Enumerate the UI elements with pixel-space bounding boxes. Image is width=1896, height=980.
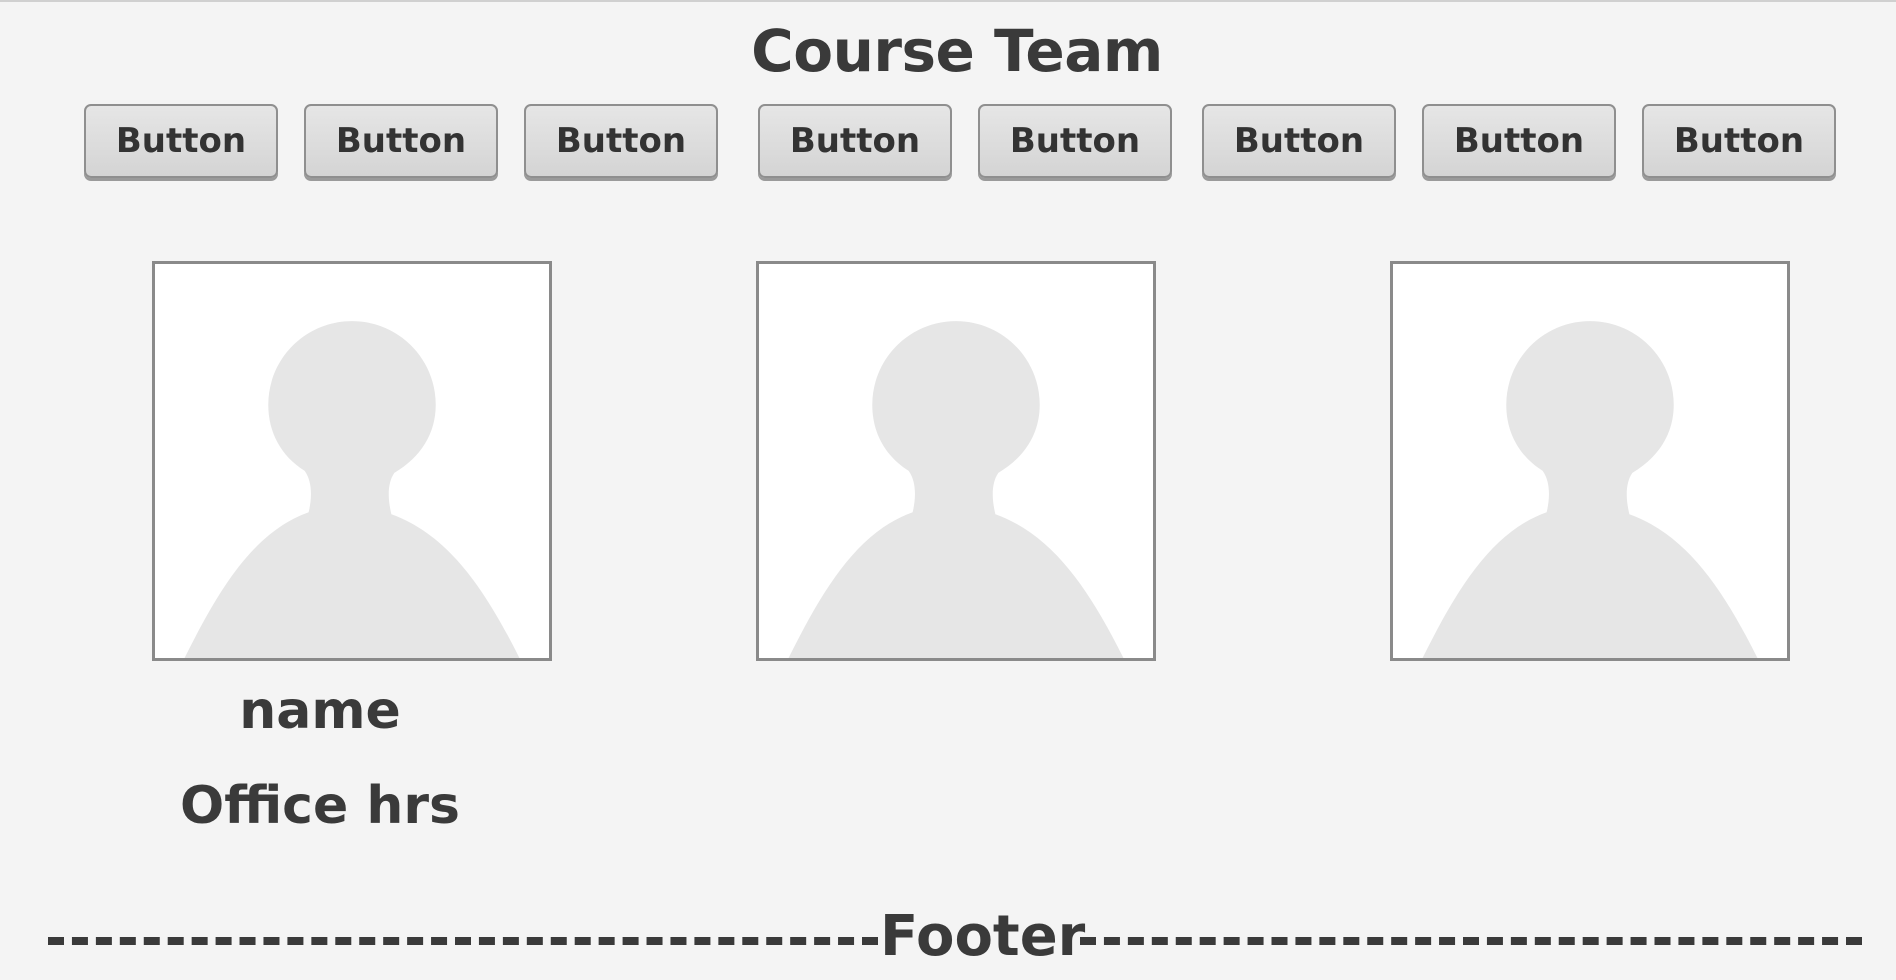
team-member-photo-1 <box>152 261 552 661</box>
button-5[interactable]: Button <box>978 104 1172 178</box>
button-8[interactable]: Button <box>1642 104 1836 178</box>
team-member-photo-3 <box>1390 261 1790 661</box>
team-member-name: name <box>239 681 401 741</box>
footer: Footer <box>0 902 1896 972</box>
button-6[interactable]: Button <box>1202 104 1396 178</box>
button-7[interactable]: Button <box>1422 104 1616 178</box>
footer-label: Footer <box>880 904 1086 969</box>
team-member-office-hours: Office hrs <box>179 776 460 836</box>
button-3[interactable]: Button <box>524 104 718 178</box>
footer-divider-left <box>48 937 878 945</box>
person-placeholder-icon <box>184 321 520 658</box>
course-team-page: Course Team Button Button Button Button … <box>0 0 1896 980</box>
page-title: Course Team <box>751 17 1163 85</box>
person-placeholder-icon <box>1422 321 1758 658</box>
team-member-photo-2 <box>756 261 1156 661</box>
person-placeholder-icon <box>788 321 1124 658</box>
button-2[interactable]: Button <box>304 104 498 178</box>
footer-divider-right <box>1080 937 1862 945</box>
button-1[interactable]: Button <box>84 104 278 178</box>
button-4[interactable]: Button <box>758 104 952 178</box>
